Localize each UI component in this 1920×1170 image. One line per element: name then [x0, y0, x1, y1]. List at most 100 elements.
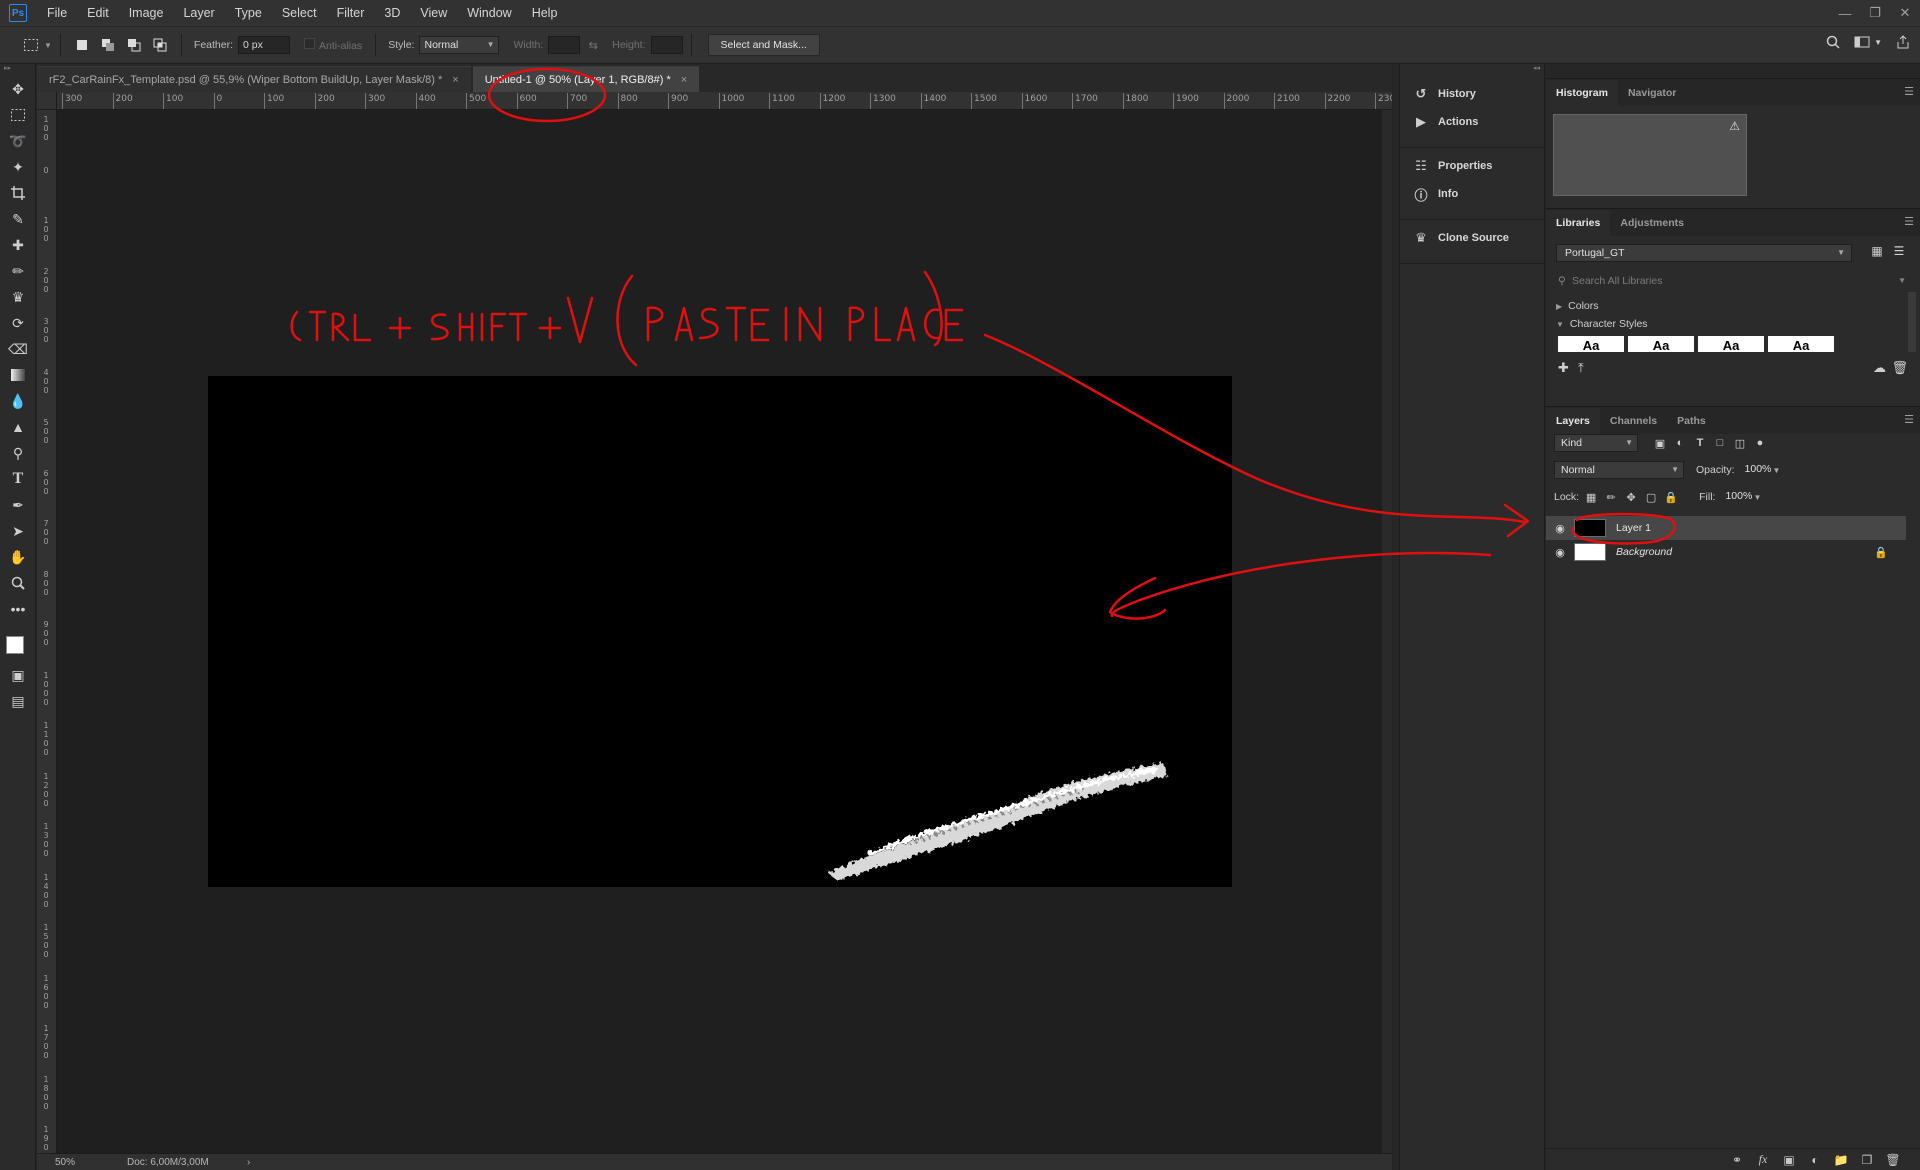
menu-filter[interactable]: Filter: [327, 0, 375, 26]
shape-filter-icon[interactable]: □: [1710, 437, 1730, 449]
clone-stamp-tool-icon[interactable]: ♛: [0, 284, 36, 310]
add-mask-icon[interactable]: ▣: [1776, 1153, 1802, 1167]
visibility-eye-icon[interactable]: ◉: [1546, 546, 1574, 559]
collapse-tools-icon[interactable]: ▸▸: [0, 64, 35, 76]
share-icon[interactable]: [1896, 35, 1910, 52]
layer-row-layer-1[interactable]: ◉ Layer 1: [1546, 516, 1906, 540]
lasso-tool-icon[interactable]: ➰: [0, 128, 36, 154]
character-style-item[interactable]: Aa: [1768, 336, 1834, 352]
trash-icon[interactable]: 🗑: [1891, 360, 1908, 376]
style-select[interactable]: Normal ▼: [419, 36, 500, 54]
ruler-origin[interactable]: [37, 92, 57, 110]
close-icon[interactable]: ✕: [1890, 0, 1920, 26]
trash-icon[interactable]: 🗑: [1880, 1153, 1906, 1167]
menu-edit[interactable]: Edit: [77, 0, 119, 26]
crop-tool-icon[interactable]: [0, 180, 36, 206]
tab-navigator[interactable]: Navigator: [1618, 80, 1686, 106]
adjustment-layer-icon[interactable]: ◐: [1802, 1153, 1828, 1167]
path-selection-tool-icon[interactable]: ➤: [0, 518, 36, 544]
lock-transparent-icon[interactable]: ▦: [1581, 491, 1601, 504]
blend-mode-select[interactable]: Normal ▼: [1554, 461, 1684, 479]
add-icon[interactable]: ✚: [1558, 360, 1569, 376]
document-canvas[interactable]: [208, 376, 1232, 887]
character-style-item[interactable]: Aa: [1558, 336, 1624, 352]
layer-name[interactable]: Background: [1616, 546, 1672, 558]
cloud-sync-icon[interactable]: ☁: [1873, 360, 1886, 376]
blur-tool-icon[interactable]: 💧: [0, 388, 36, 414]
workspace-chevron-icon[interactable]: ▼: [1874, 38, 1882, 52]
lock-all-icon[interactable]: 🔒: [1661, 491, 1681, 504]
vertical-scrollbar[interactable]: [1382, 110, 1392, 1153]
lock-position-icon[interactable]: ✥: [1621, 491, 1641, 504]
chevron-down-icon[interactable]: ▼: [44, 41, 52, 50]
layer-thumbnail[interactable]: [1574, 543, 1606, 561]
opacity-chevron-icon[interactable]: ▼: [1773, 466, 1781, 475]
adjustment-filter-icon[interactable]: ◐: [1670, 437, 1690, 449]
colors-group[interactable]: ▶ Colors: [1556, 300, 1599, 312]
character-style-item[interactable]: Aa: [1628, 336, 1694, 352]
history-brush-tool-icon[interactable]: ⟳: [0, 310, 36, 336]
subtract-from-selection-icon[interactable]: [123, 34, 145, 56]
workspace-icon[interactable]: [1854, 35, 1870, 52]
add-to-selection-icon[interactable]: [97, 34, 119, 56]
hand-tool-icon[interactable]: ✋: [0, 544, 36, 570]
tab-adjustments[interactable]: Adjustments: [1610, 210, 1694, 236]
panel-menu-icon[interactable]: ☰: [1904, 85, 1914, 98]
menu-select[interactable]: Select: [272, 0, 327, 26]
width-input[interactable]: [548, 36, 581, 54]
feather-input[interactable]: 0 px: [238, 36, 291, 54]
eyedropper-tool-icon[interactable]: ✎: [0, 206, 36, 232]
visibility-eye-icon[interactable]: ◉: [1546, 522, 1574, 535]
menu-window[interactable]: Window: [457, 0, 521, 26]
new-layer-icon[interactable]: ❐: [1854, 1153, 1880, 1167]
intersect-selection-icon[interactable]: [149, 34, 171, 56]
upload-icon[interactable]: ⤒: [1578, 360, 1584, 376]
menu-help[interactable]: Help: [522, 0, 568, 26]
more-tools-icon[interactable]: •••: [0, 596, 36, 622]
select-and-mask-button[interactable]: Select and Mask...: [707, 34, 820, 56]
properties-panel-button[interactable]: ☷ Properties: [1400, 152, 1544, 180]
vertical-ruler[interactable]: 1000100200300400500600700800900100011001…: [37, 110, 57, 1153]
tab-untitled-1[interactable]: Untitled-1 @ 50% (Layer 1, RGB/8#) * ×: [472, 66, 700, 92]
layer-name[interactable]: Layer 1: [1616, 522, 1651, 534]
tab-histogram[interactable]: Histogram: [1546, 80, 1618, 106]
tab-rf2-template[interactable]: rF2_CarRainFx_Template.psd @ 55,9% (Wipe…: [37, 66, 471, 92]
close-icon[interactable]: ×: [681, 74, 687, 86]
library-select[interactable]: Portugal_GT ▼: [1556, 244, 1852, 262]
menu-file[interactable]: File: [37, 0, 77, 26]
character-styles-group[interactable]: ▼ Character Styles: [1556, 318, 1648, 330]
smart-object-filter-icon[interactable]: ◫: [1730, 437, 1750, 450]
zoom-tool-icon[interactable]: [0, 570, 36, 596]
warning-icon[interactable]: ⚠: [1729, 119, 1740, 133]
character-style-item[interactable]: Aa: [1698, 336, 1764, 352]
healing-brush-tool-icon[interactable]: ✚: [0, 232, 36, 258]
color-swatches[interactable]: [0, 622, 35, 662]
minimize-icon[interactable]: —: [1830, 0, 1860, 26]
tab-libraries[interactable]: Libraries: [1546, 210, 1611, 236]
zoom-level[interactable]: 50%: [55, 1157, 115, 1168]
marquee-preset-icon[interactable]: [20, 34, 42, 56]
antialias-checkbox[interactable]: Anti-alias: [304, 38, 362, 52]
move-tool-icon[interactable]: ✥: [0, 76, 36, 102]
collapse-dock-icon[interactable]: ◂◂: [1400, 64, 1544, 80]
dodge-tool-icon[interactable]: ▲: [0, 414, 36, 440]
clone-source-panel-button[interactable]: ♛ Clone Source: [1400, 224, 1544, 252]
layer-row-background[interactable]: ◉ Background 🔒: [1546, 540, 1906, 564]
menu-3d[interactable]: 3D: [374, 0, 410, 26]
fill-input[interactable]: 100%: [1719, 488, 1752, 506]
link-layers-icon[interactable]: ⚭: [1724, 1153, 1750, 1167]
type-filter-icon[interactable]: T: [1690, 437, 1710, 449]
canvas-area[interactable]: [57, 110, 1382, 1153]
pen-tool-icon[interactable]: ✒: [0, 492, 36, 518]
menu-layer[interactable]: Layer: [173, 0, 224, 26]
foreground-color-swatch[interactable]: [6, 636, 24, 654]
height-input[interactable]: [650, 36, 683, 54]
brush-tool-icon[interactable]: ✏: [0, 258, 36, 284]
screen-mode-icon[interactable]: ▤: [0, 688, 36, 714]
new-selection-icon[interactable]: [71, 34, 93, 56]
fx-icon[interactable]: fx: [1750, 1152, 1776, 1167]
pixel-filter-icon[interactable]: ▣: [1650, 437, 1670, 450]
gradient-tool-icon[interactable]: [0, 362, 36, 388]
search-icon[interactable]: [1826, 35, 1840, 52]
histogram-display[interactable]: ⚠: [1553, 114, 1747, 196]
